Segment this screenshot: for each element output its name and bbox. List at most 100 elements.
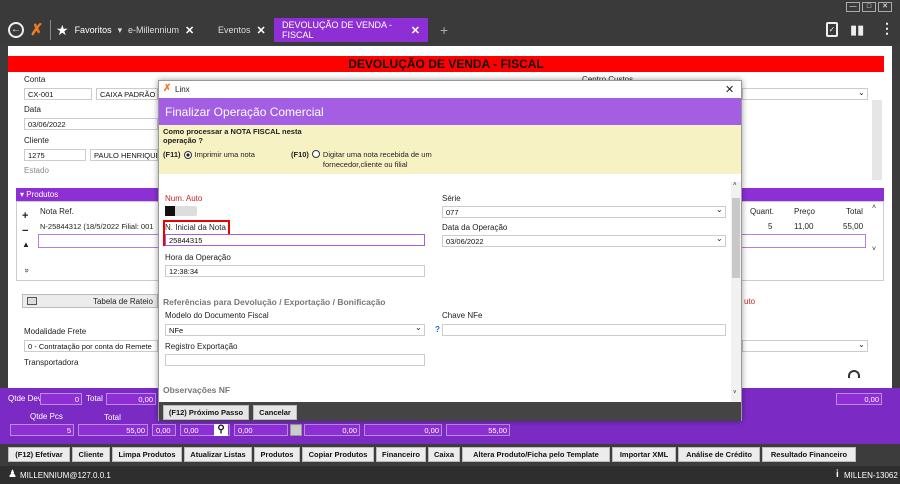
tab-e-millennium[interactable]: e-Millennium ✕ <box>128 18 194 42</box>
page-title: DEVOLUÇÃO DE VENDA - FISCAL <box>8 56 884 72</box>
remove-row-icon[interactable]: − <box>22 225 28 237</box>
row-nota-ref: N-25844312 (18/5/2022 Filial: 001 <box>40 222 154 231</box>
top-bar: ← ✗ ★ Favoritos ▾ e-Millennium ✕ Eventos ✕… <box>0 0 900 44</box>
option-digitar[interactable]: (F10) Digitar uma nota recebida de um fo… <box>291 150 435 170</box>
add-row-icon[interactable]: + <box>22 210 28 222</box>
total-field: 55,00 <box>78 424 148 436</box>
num-auto-toggle[interactable] <box>165 206 197 216</box>
modelo-select[interactable]: NFe <box>165 324 425 336</box>
chevron-down-icon[interactable]: ⌄ <box>858 340 865 349</box>
modalidade-label: Modalidade Frete <box>24 327 87 336</box>
altera-produto-button[interactable]: Altera Produto/Ficha pelo Template <box>462 447 610 462</box>
data-label: Data <box>24 105 41 114</box>
data-field[interactable]: 03/06/2022 <box>24 118 158 130</box>
close-tab-icon[interactable]: ✕ <box>411 24 420 37</box>
option-imprimir[interactable]: (F11) Imprimir uma nota <box>163 150 255 159</box>
row-quant: 5 <box>768 222 773 231</box>
col-nota-ref: Nota Ref. <box>40 207 74 216</box>
modal-header: Finalizar Operação Comercial <box>159 98 741 125</box>
help-icon[interactable]: ? <box>435 325 440 334</box>
resultado-financeiro-button[interactable]: Resultado Financeiro <box>762 447 856 462</box>
close-tab-icon[interactable]: ✕ <box>257 24 266 37</box>
chevron-down-icon[interactable]: ⌄ <box>858 88 865 97</box>
close-window-icon[interactable]: ✕ <box>878 2 892 12</box>
total-field-7: 0,00 <box>364 424 442 436</box>
atualizar-listas-button[interactable]: Atualizar Listas <box>184 447 252 462</box>
transportadora-label: Transportadora <box>24 358 79 367</box>
linx-logo-icon: ✗ <box>163 83 172 94</box>
estado-label: Estado <box>24 166 49 175</box>
importar-xml-button[interactable]: Importar XML <box>612 447 676 462</box>
qtde-pcs-label: Qtde Pcs <box>30 412 63 421</box>
proximo-passo-button[interactable]: (F12) Próximo Passo <box>163 405 249 420</box>
conta-code-field[interactable]: CX-001 <box>24 88 92 100</box>
conta-name-field[interactable]: CAIXA PADRÃO C <box>96 88 158 100</box>
grid-scrollbar[interactable]: ˄ ˅ <box>868 204 880 278</box>
centro-custos-field[interactable] <box>742 88 868 100</box>
calc-icon[interactable] <box>290 424 302 436</box>
close-tab-icon[interactable]: ✕ <box>185 24 194 37</box>
clipboard-icon[interactable]: ✓ <box>826 22 838 37</box>
minimize-icon[interactable]: — <box>846 2 860 12</box>
hora-operacao-field[interactable]: 12:38:34 <box>165 265 425 277</box>
observacoes-title: Observações NF <box>163 385 231 395</box>
radio-selected-icon[interactable] <box>183 150 192 159</box>
col-total: Total <box>846 207 863 216</box>
search-icon[interactable]: ⚲ <box>214 424 228 436</box>
modal-titlebar: ✗ Linx ✕ <box>159 81 741 98</box>
chevron-down-icon[interactable]: ⌄ <box>716 234 723 243</box>
cancelar-button[interactable]: Cancelar <box>253 405 297 420</box>
modal-title: Finalizar Operação Comercial <box>165 105 324 119</box>
produtos-button[interactable]: Produtos <box>254 447 300 462</box>
qtde-pcs-field: 5 <box>10 424 74 436</box>
serie-select[interactable]: 077 <box>442 206 726 218</box>
favorites-menu[interactable]: ★ Favoritos ▾ <box>56 18 122 42</box>
caixa-button[interactable]: Caixa <box>428 447 460 462</box>
auto-label: uto <box>744 297 756 306</box>
total-field-6: 0,00 <box>304 424 360 436</box>
table-icon <box>27 297 37 305</box>
rateio-button[interactable]: Tabela de Rateio <box>22 294 158 308</box>
total-label: Total <box>104 413 121 422</box>
chevron-down-icon[interactable]: ⌄ <box>415 323 422 332</box>
chevron-down-icon[interactable]: ⌄ <box>716 205 723 214</box>
back-icon[interactable]: ← <box>8 22 24 38</box>
radio-unselected-icon[interactable] <box>311 150 320 158</box>
cliente-code-field[interactable]: 1275 <box>24 149 86 161</box>
chat-icon[interactable]: ▮▮ <box>850 22 864 38</box>
cliente-button[interactable]: Cliente <box>72 447 110 462</box>
modal-close-icon[interactable]: ✕ <box>725 83 734 96</box>
data-operacao-field[interactable]: 03/06/2022 <box>442 235 726 247</box>
tab-eventos[interactable]: Eventos ✕ <box>218 18 266 42</box>
copiar-produtos-button[interactable]: Copiar Produtos <box>302 447 374 462</box>
lower-scroll-icon[interactable] <box>848 370 860 378</box>
referencias-title: Referências para Devolução / Exportação … <box>163 297 386 307</box>
new-tab-icon[interactable]: + <box>440 22 448 38</box>
total-dev-label: Total <box>86 394 103 403</box>
registro-label: Registro Exportação <box>165 342 238 351</box>
serie-label: Série <box>442 194 461 203</box>
chave-nfe-field[interactable] <box>442 324 726 336</box>
version-status: MILLEN-13062 <box>844 471 898 480</box>
financeiro-button[interactable]: Financeiro <box>376 447 426 462</box>
cliente-name-field[interactable]: PAULO HENRIQUE <box>90 149 158 161</box>
more-menu-icon[interactable]: ⋮ <box>880 20 894 37</box>
limpa-produtos-button[interactable]: Limpa Produtos <box>112 447 182 462</box>
right-scrollbar[interactable] <box>872 100 882 180</box>
modal-scrollbar[interactable]: ˄ ˅ <box>731 182 741 402</box>
tab-devolucao[interactable]: DEVOLUÇÃO DE VENDA - FISCAL ✕ <box>274 18 428 42</box>
expand-icon[interactable]: » <box>23 268 32 272</box>
n-inicial-label: N. Inicial da Nota <box>165 223 226 232</box>
question-text: Como processar a NOTA FISCAL nesta opera… <box>163 127 302 145</box>
efetivar-button[interactable]: (F12) Efetivar <box>8 447 70 462</box>
qtde-dev-label: Qtde Dev <box>8 394 42 403</box>
move-up-icon[interactable]: ▲ <box>22 240 30 249</box>
linx-logo-icon: ✗ <box>30 22 44 39</box>
n-inicial-field[interactable]: 25844315 <box>165 234 425 246</box>
registro-field[interactable] <box>165 354 425 366</box>
modalidade-field[interactable]: 0 - Contratação por conta do Remete <box>24 340 158 352</box>
maximize-icon[interactable]: □ <box>862 2 876 12</box>
modalidade-right-field[interactable] <box>742 340 868 352</box>
analise-credito-button[interactable]: Análise de Crédito <box>678 447 760 462</box>
server-status: MILLENNIUM@127.0.0.1 <box>20 471 111 480</box>
